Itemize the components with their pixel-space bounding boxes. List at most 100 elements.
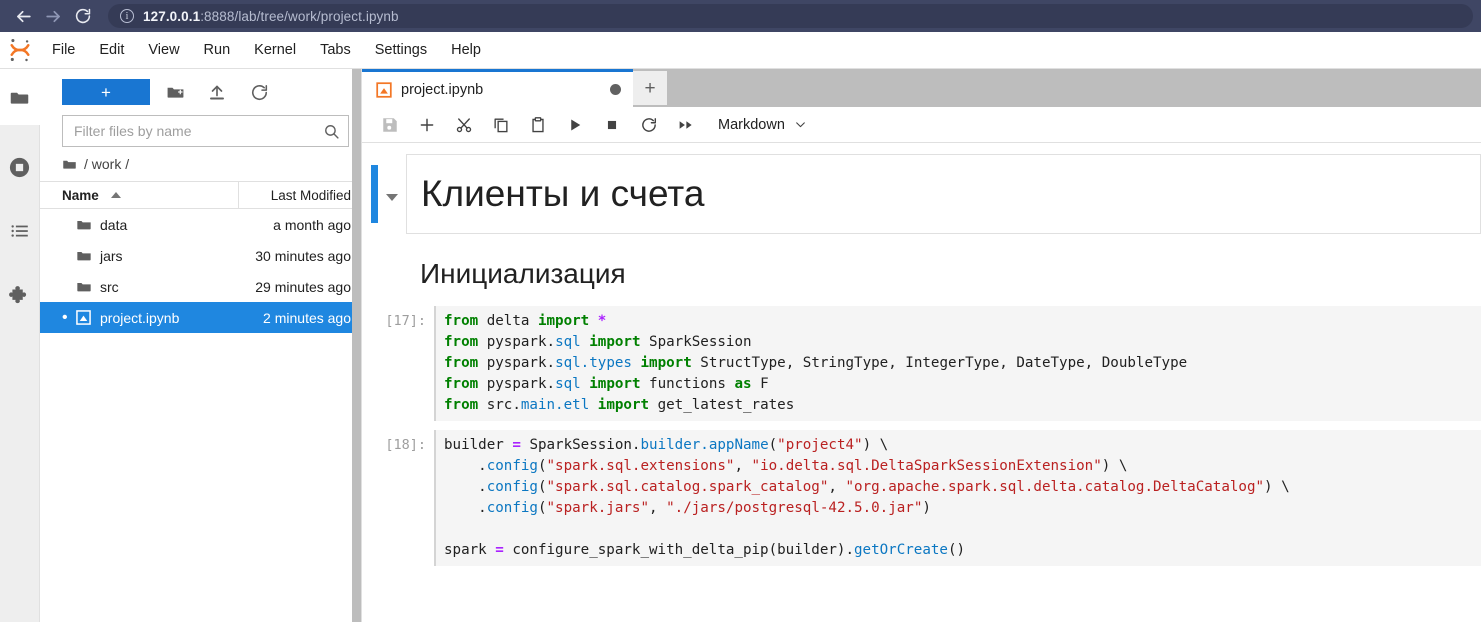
notebook-cell-markdown-h2[interactable]: Инициализация <box>362 250 1481 297</box>
chevron-down-icon <box>386 194 398 201</box>
scrollbar-thumb[interactable] <box>352 69 361 622</box>
scissors-icon <box>456 117 471 132</box>
markdown-rendered-area[interactable]: Клиенты и счета <box>406 154 1481 234</box>
file-modified: 29 minutes ago <box>255 278 351 295</box>
list-item[interactable]: src 29 minutes ago <box>40 271 361 302</box>
copy-cell-button[interactable] <box>482 110 519 140</box>
column-header-last-modified-label: Last Modified <box>270 187 351 203</box>
save-button[interactable] <box>371 110 408 140</box>
chevron-down-icon <box>796 122 805 128</box>
run-cell-button[interactable] <box>556 110 593 140</box>
url-path: :8888/lab/tree/work/project.ipynb <box>200 8 399 24</box>
restart-kernel-button[interactable] <box>630 110 667 140</box>
unsaved-changes-dot-icon[interactable] <box>610 84 621 95</box>
restart-and-run-all-button[interactable] <box>667 110 704 140</box>
execution-prompt: [17]: <box>385 313 426 329</box>
new-folder-button[interactable] <box>158 78 192 106</box>
new-tab-button[interactable]: + <box>633 71 667 105</box>
column-header-name-label: Name <box>62 187 99 203</box>
notebook-icon <box>376 81 392 98</box>
menu-help[interactable]: Help <box>439 32 493 69</box>
sidebar-item-extension-manager[interactable] <box>0 277 40 313</box>
notebook-cell-markdown-h1[interactable]: Клиенты и счета <box>362 154 1481 234</box>
active-cell-indicator <box>371 165 378 223</box>
markdown-rendered-area[interactable]: Инициализация <box>406 250 1481 297</box>
breadcrumb[interactable]: / work / <box>40 147 361 181</box>
list-item[interactable]: data a month ago <box>40 209 361 240</box>
cut-cell-button[interactable] <box>445 110 482 140</box>
folder-icon <box>63 160 76 169</box>
collapse-heading-button[interactable] <box>378 154 406 234</box>
file-filter-box[interactable] <box>62 115 349 147</box>
arrow-left-icon <box>16 10 31 22</box>
running-terminals-icon <box>9 157 30 177</box>
back-button[interactable] <box>8 1 38 31</box>
file-browser-panel: + Filter files by name / work / Name Las… <box>40 69 362 622</box>
menu-settings[interactable]: Settings <box>363 32 439 69</box>
list-item[interactable]: jars 30 minutes ago <box>40 240 361 271</box>
file-filter-wrapper <box>40 115 361 147</box>
sidebar-item-file-browser[interactable] <box>0 69 40 125</box>
file-browser-scrollbar[interactable] <box>352 69 361 622</box>
tab-project-ipynb[interactable]: project.ipynb <box>362 69 633 107</box>
sidebar-item-table-of-contents[interactable] <box>0 213 40 249</box>
breadcrumb-path: / work / <box>84 156 130 172</box>
notebook-scroll-region[interactable]: Клиенты и счета Инициализация [17]: from… <box>362 143 1481 622</box>
jupyter-logo <box>0 37 40 63</box>
folder-icon <box>76 279 100 295</box>
file-name: jars <box>100 247 123 264</box>
column-header-last-modified[interactable]: Last Modified <box>239 182 361 208</box>
url-text: 127.0.0.1:8888/lab/tree/work/project.ipy… <box>143 9 399 24</box>
folder-icon <box>10 92 29 104</box>
search-input[interactable] <box>74 123 323 139</box>
upload-button[interactable] <box>200 78 234 106</box>
list-item[interactable]: • project.ipynb 2 minutes ago <box>40 302 361 333</box>
url-bar[interactable]: i 127.0.0.1:8888/lab/tree/work/project.i… <box>108 4 1473 28</box>
new-launcher-button[interactable]: + <box>62 79 150 105</box>
activity-bar <box>0 69 40 622</box>
running-indicator: • <box>62 308 68 326</box>
save-icon <box>382 117 397 132</box>
sort-ascending-icon <box>110 192 121 198</box>
plus-icon <box>420 118 433 131</box>
refresh-file-list-button[interactable] <box>242 78 276 106</box>
new-folder-icon <box>167 87 183 98</box>
menu-run[interactable]: Run <box>192 32 243 69</box>
extension-puzzle-icon <box>9 285 27 303</box>
tab-label: project.ipynb <box>401 81 484 98</box>
menu-bar: File Edit View Run Kernel Tabs Settings … <box>0 32 1481 69</box>
search-icon <box>325 124 339 139</box>
reload-button[interactable] <box>68 1 98 31</box>
notebook-cell-code-17[interactable]: [17]: from delta import * from pyspark.s… <box>362 306 1481 421</box>
inactive-cell-indicator <box>371 261 378 286</box>
section-title: Инициализация <box>420 258 626 289</box>
copy-icon <box>493 117 508 132</box>
cell-type-selector[interactable]: Markdown <box>718 117 807 133</box>
heading-caret-placeholder <box>378 250 406 297</box>
file-modified: 2 minutes ago <box>263 309 351 326</box>
jupyter-logo-icon <box>10 39 30 62</box>
code-input-area[interactable]: from delta import * from pyspark.sql imp… <box>434 306 1481 421</box>
sidebar-item-running-sessions[interactable] <box>0 149 40 185</box>
menu-file[interactable]: File <box>40 32 87 69</box>
refresh-icon <box>251 84 267 100</box>
table-of-contents-icon <box>10 225 28 237</box>
notebook-cell-code-18[interactable]: [18]: builder = SparkSession.builder.app… <box>362 430 1481 566</box>
reload-icon <box>75 8 91 24</box>
menu-edit[interactable]: Edit <box>87 32 136 69</box>
interrupt-kernel-button[interactable] <box>593 110 630 140</box>
forward-button[interactable] <box>38 1 68 31</box>
fast-forward-icon <box>679 120 692 129</box>
folder-icon <box>76 248 100 264</box>
menu-view[interactable]: View <box>136 32 191 69</box>
column-header-name[interactable]: Name <box>62 182 239 208</box>
main-layout: + Filter files by name / work / Name Las… <box>0 69 1481 622</box>
menu-tabs[interactable]: Tabs <box>308 32 363 69</box>
menu-kernel[interactable]: Kernel <box>242 32 308 69</box>
insert-cell-button[interactable] <box>408 110 445 140</box>
code-input-area[interactable]: builder = SparkSession.builder.appName("… <box>434 430 1481 566</box>
tab-bar: project.ipynb + <box>362 69 1481 107</box>
browser-chrome: i 127.0.0.1:8888/lab/tree/work/project.i… <box>0 0 1481 32</box>
restart-icon <box>641 117 656 132</box>
paste-cell-button[interactable] <box>519 110 556 140</box>
